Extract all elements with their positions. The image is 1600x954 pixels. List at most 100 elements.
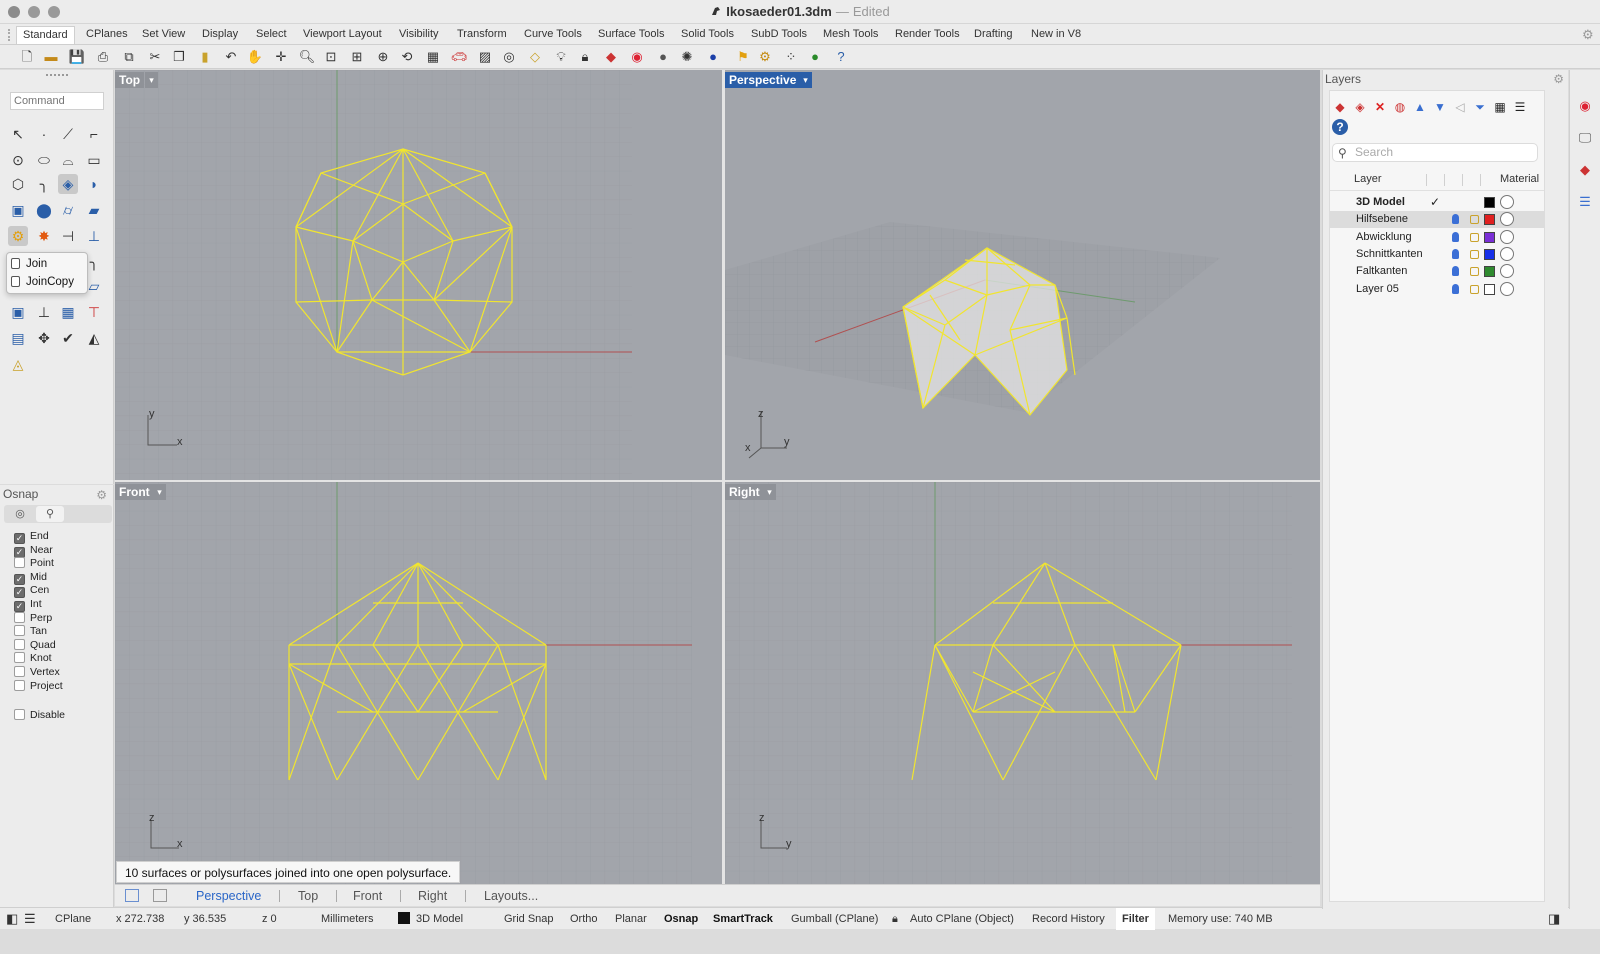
layer-visibility-bulb-icon[interactable]	[1452, 266, 1459, 277]
tab-drafting[interactable]: Drafting	[968, 26, 1019, 44]
viewport-tab-top[interactable]: Top	[298, 887, 318, 905]
viewport-perspective[interactable]: Perspective ▾ z y x	[725, 70, 1320, 480]
layer-name[interactable]: Hilfsebene	[1356, 211, 1408, 228]
explode-icon[interactable]: ✸	[34, 226, 54, 246]
column-header-material[interactable]: Material	[1500, 173, 1539, 185]
layer-lock-icon[interactable]	[1470, 232, 1479, 242]
status-filter-button[interactable]: Filter	[1116, 908, 1155, 930]
shaded-display-sphere-icon[interactable]: ●	[654, 48, 672, 66]
open-file-icon[interactable]: ▬	[42, 48, 60, 66]
layer-name[interactable]: 3D Model	[1356, 194, 1405, 211]
layer-material-circle-icon[interactable]	[1500, 212, 1514, 227]
surface-from-curves-icon[interactable]: ◈	[58, 174, 78, 194]
osnap-vertex-checkbox[interactable]: Vertex	[14, 666, 60, 679]
options-gears-icon[interactable]: ⚙	[756, 48, 774, 66]
tab-select[interactable]: Select	[250, 26, 293, 44]
osnap-point-checkbox-box[interactable]	[14, 557, 25, 569]
viewport-top-dropdown-chevron-down-icon[interactable]: ▾	[145, 72, 158, 88]
status-planar-toggle[interactable]: Planar	[615, 908, 647, 930]
viewport-tab-front[interactable]: Front	[353, 887, 382, 905]
status-current-layer[interactable]: 3D Model	[398, 908, 463, 930]
viewport-horizontal-splitter[interactable]	[115, 480, 1320, 482]
status-osnap-toggle[interactable]: Osnap	[664, 908, 698, 930]
layer-color-swatch[interactable]	[1484, 214, 1495, 226]
tabbar-settings-gear-icon[interactable]: ⚙	[1582, 27, 1596, 42]
status-gumball-toggle[interactable]: Gumball (CPlane)	[791, 908, 878, 930]
layer-visibility-bulb-icon[interactable]	[1452, 231, 1459, 242]
osnap-tan-checkbox[interactable]: Tan	[14, 625, 47, 638]
osnap-project-checkbox[interactable]: Project	[14, 679, 63, 693]
layer-menu-icon[interactable]: ☰	[1512, 99, 1528, 115]
viewport-vertical-splitter[interactable]	[722, 70, 725, 884]
layer-color-swatch[interactable]	[1484, 248, 1495, 260]
viewport-front-dropdown-chevron-down-icon[interactable]: ▾	[153, 484, 166, 500]
osnap-point-checkbox[interactable]: Point	[14, 557, 54, 570]
layer-material-circle-icon[interactable]	[1500, 229, 1514, 244]
new-file-icon[interactable]: 🗋	[18, 48, 36, 66]
trim-icon[interactable]: ⊣	[58, 226, 78, 246]
osnap-disable-checkbox[interactable]: Disable	[14, 709, 65, 722]
select-objects-car-icon[interactable]: 🚗︎	[450, 48, 468, 66]
move-layer-down-icon[interactable]: ▼	[1432, 99, 1448, 115]
layer-color-swatch[interactable]	[1484, 231, 1495, 243]
layer-row[interactable]: Hilfsebene	[1330, 211, 1544, 229]
viewport-top[interactable]: Top ▾ y x	[115, 70, 722, 480]
tab-display[interactable]: Display	[196, 26, 244, 44]
osnap-end-checkbox[interactable]: ✓ End	[14, 530, 49, 544]
status-ortho-toggle[interactable]: Ortho	[570, 908, 598, 930]
circle-icon[interactable]: ⊙	[8, 150, 28, 170]
online-globe-icon[interactable]: ●	[806, 48, 824, 66]
cylinder-icon[interactable]: ⌭	[58, 200, 78, 220]
layer-color-swatch[interactable]	[1484, 283, 1495, 295]
color-wheel-icon[interactable]: ◉	[628, 48, 646, 66]
render-sphere-icon[interactable]: ●	[704, 48, 722, 66]
command-line-input[interactable]	[10, 92, 104, 110]
osnap-quad-checkbox-box[interactable]	[14, 638, 25, 650]
status-record-history-toggle[interactable]: Record History	[1032, 908, 1105, 930]
fillet-curve-icon[interactable]: ╮	[34, 174, 54, 194]
display-panel-icon[interactable]: 🖵︎	[1577, 130, 1593, 146]
render-light-icon[interactable]: ◬	[8, 354, 28, 374]
copy-clipboard-export-icon[interactable]: ⧉	[120, 48, 138, 66]
model-view-grid-icon[interactable]	[125, 889, 139, 902]
split-icon[interactable]: ⊥	[84, 226, 104, 246]
layer-search-input[interactable]: ⚲ Search	[1332, 143, 1538, 162]
tab-transform[interactable]: Transform	[451, 26, 513, 44]
rectangle-icon[interactable]: ▭	[84, 150, 104, 170]
dimension-flag-icon[interactable]: ⚑	[734, 48, 752, 66]
filter-funnel-icon[interactable]: ⏷	[1472, 99, 1488, 115]
undo-icon[interactable]: ↶	[222, 48, 240, 66]
layer-name[interactable]: Layer 05	[1356, 281, 1399, 298]
sidebar-toggle-icon[interactable]: ◧	[6, 908, 18, 930]
layer-row[interactable]: Layer 05	[1330, 281, 1544, 298]
panel-drag-handle[interactable]	[46, 74, 68, 77]
zoom-selected-icon[interactable]: ⊕	[374, 48, 392, 66]
curve-control-points-icon[interactable]: ⌐	[84, 124, 104, 144]
right-panel-toggle-icon[interactable]: ◨	[1548, 908, 1560, 930]
render-preview-icon[interactable]: ✺	[678, 48, 696, 66]
layer-color-swatch[interactable]	[1484, 266, 1495, 278]
osnap-quad-checkbox[interactable]: Quad	[14, 638, 56, 652]
osnap-vertex-checkbox-box[interactable]	[14, 666, 25, 677]
osnap-mid-checkbox[interactable]: ✓ Mid	[14, 571, 47, 585]
revolve-surface-icon[interactable]: ◗	[84, 174, 104, 194]
tab-viewport-layout[interactable]: Viewport Layout	[297, 26, 388, 44]
layer-material-circle-icon[interactable]	[1500, 195, 1514, 209]
osnap-perp-checkbox-box[interactable]	[14, 611, 25, 623]
layers-panel-icon[interactable]: ◆	[1577, 162, 1593, 178]
layer-lock-icon[interactable]	[1470, 215, 1479, 225]
layer-material-circle-icon[interactable]	[1500, 246, 1514, 261]
osnap-target-tab-icon[interactable]: ◎	[6, 506, 34, 522]
viewport-right-dropdown-chevron-down-icon[interactable]: ▾	[763, 484, 776, 500]
ellipse-icon[interactable]: ⬭	[34, 150, 54, 170]
layer-filter-icon[interactable]: ◍	[1392, 99, 1408, 115]
layer-name[interactable]: Schnittkanten	[1356, 246, 1423, 263]
osnap-tan-checkbox-box[interactable]	[14, 625, 25, 637]
osnap-project-checkbox-box[interactable]	[14, 679, 25, 691]
tab-standard[interactable]: Standard	[16, 26, 75, 44]
new-sublayer-icon[interactable]: ◈	[1352, 99, 1368, 115]
pan-hand-icon[interactable]: ✋	[246, 48, 264, 66]
status-smarttrack-toggle[interactable]: SmartTrack	[713, 908, 773, 930]
point-icon[interactable]: ·	[34, 124, 54, 144]
layer-row[interactable]: Schnittkanten	[1330, 246, 1544, 263]
